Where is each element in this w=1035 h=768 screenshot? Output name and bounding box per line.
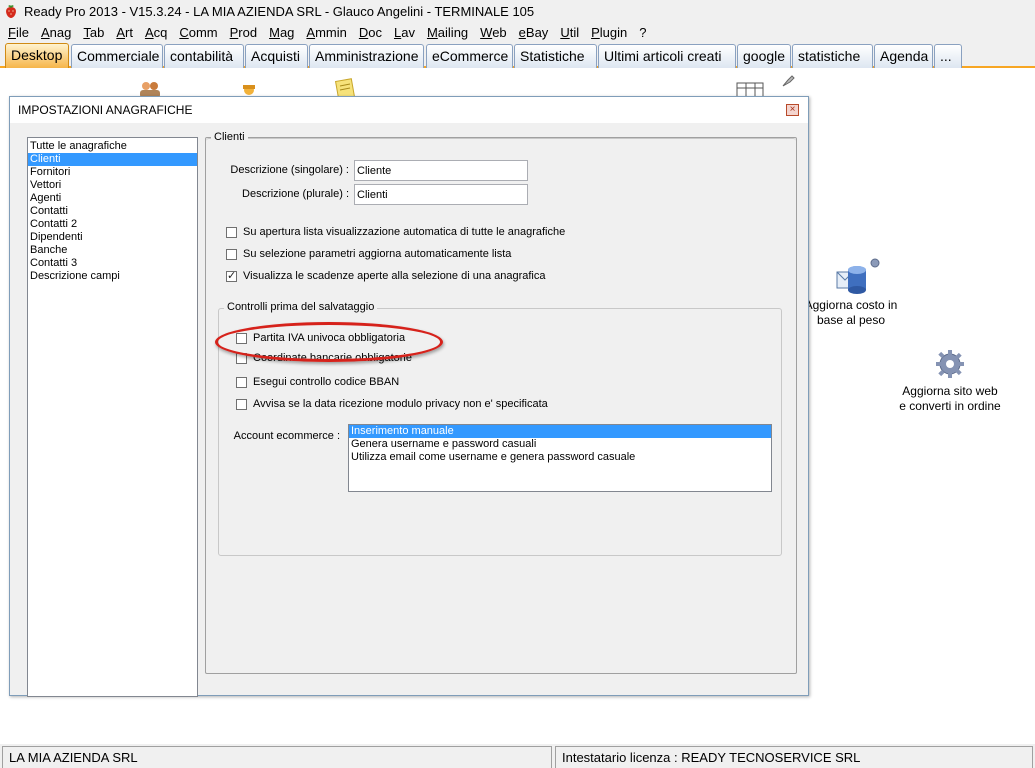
checkbox-label: Esegui controllo codice BBAN [253, 376, 400, 388]
list-item[interactable]: Tutte le anagrafiche [28, 140, 197, 153]
shortcut-aggiorna-costo-label: Aggiorna costo in base al peso [804, 298, 898, 327]
group-controlli-label: Controlli prima del salvataggio [224, 301, 378, 313]
list-item[interactable]: Vettori [28, 179, 197, 192]
account-ecommerce-list[interactable]: Inserimento manuale Genera username e pas… [348, 424, 772, 492]
menu-lav[interactable]: Lav [388, 25, 421, 40]
tab-more[interactable]: ... [934, 44, 962, 68]
checkbox-label: Su selezione parametri aggiorna automati… [243, 248, 512, 260]
list-item[interactable]: Clienti [28, 153, 197, 166]
gear-icon [936, 350, 964, 378]
strawberry-icon [6, 5, 16, 18]
desc-plurale-input[interactable] [354, 184, 528, 205]
status-license: Intestatario licenza : READY TECNOSERVIC… [555, 746, 1033, 768]
list-item[interactable]: Contatti 3 [28, 257, 197, 270]
menu-web[interactable]: Web [474, 25, 513, 40]
tab-agenda[interactable]: Agenda [874, 44, 933, 68]
tab-statistiche[interactable]: statistiche [792, 44, 873, 68]
desc-singolare-input[interactable] [354, 160, 528, 181]
group-clienti-label: Clienti [211, 131, 248, 143]
checkbox[interactable] [236, 398, 247, 410]
anagrafiche-list[interactable]: Tutte le anagrafiche Clienti Fornitori Vett… [27, 137, 198, 697]
menu-acq[interactable]: Acq [139, 25, 173, 40]
list-item[interactable]: Contatti 2 [28, 218, 197, 231]
menu-help[interactable]: ? [633, 25, 652, 40]
list-item[interactable]: Inserimento manuale [349, 425, 771, 438]
shortcut-aggiorna-sito[interactable]: Aggiorna sito web e converti in ordine [893, 348, 1007, 414]
list-item[interactable]: Agenti [28, 192, 197, 205]
dialog-title-bar[interactable]: IMPOSTAZIONI ANAGRAFICHE [10, 97, 808, 123]
window-title: Ready Pro 2013 - V15.3.24 - LA MIA AZIEN… [24, 3, 535, 19]
menu-mailing[interactable]: Mailing [421, 25, 474, 40]
title-bar: Ready Pro 2013 - V15.3.24 - LA MIA AZIEN… [0, 0, 1035, 22]
menu-art[interactable]: Art [110, 25, 139, 40]
list-item[interactable]: Banche [28, 244, 197, 257]
account-ecommerce-label: Account ecommerce : [233, 430, 340, 442]
menu-file[interactable]: File [2, 25, 35, 40]
menu-anag[interactable]: Anag [35, 25, 77, 40]
menu-plugin[interactable]: Plugin [585, 25, 633, 40]
desc-plurale-label: Descrizione (plurale) : [242, 188, 349, 200]
controllo-check-3[interactable]: Avvisa se la data ricezione modulo priva… [236, 398, 548, 410]
option-check-0[interactable]: Su apertura lista visualizzazione automa… [226, 226, 565, 238]
tab-acquisti[interactable]: Acquisti [245, 44, 308, 68]
list-item[interactable]: Fornitori [28, 166, 197, 179]
tab-statistiche[interactable]: Statistiche [514, 44, 597, 68]
tab-commerciale[interactable]: Commerciale [71, 44, 163, 68]
checkbox[interactable] [226, 248, 237, 260]
list-item[interactable]: Dipendenti [28, 231, 197, 244]
desc-singolare-label: Descrizione (singolare) : [230, 164, 349, 176]
tab-amministrazione[interactable]: Amministrazione [309, 44, 424, 68]
option-check-1[interactable]: Su selezione parametri aggiorna automati… [226, 248, 511, 260]
tab-ultimi-articoli-creati[interactable]: Ultimi articoli creati [598, 44, 736, 68]
checkbox-label: Visualizza le scadenze aperte alla selez… [243, 270, 546, 282]
checkbox[interactable] [226, 226, 237, 238]
menu-ammin[interactable]: Ammin [300, 25, 352, 40]
dialog-title: IMPOSTAZIONI ANAGRAFICHE [18, 103, 193, 117]
menu-prod[interactable]: Prod [224, 25, 263, 40]
status-bar: LA MIA AZIENDA SRL Intestatario licenza … [0, 744, 1035, 768]
list-item[interactable]: Utilizza email come username e genera pa… [349, 451, 771, 464]
shortcut-aggiorna-sito-label: Aggiorna sito web e converti in ordine [899, 384, 1001, 413]
option-check-2[interactable]: Visualizza le scadenze aperte alla selez… [226, 269, 546, 282]
checkbox[interactable] [236, 376, 247, 388]
controllo-check-2[interactable]: Esegui controllo codice BBAN [236, 376, 399, 388]
shortcut-aggiorna-costo[interactable]: Aggiorna costo in base al peso [802, 258, 900, 328]
list-item[interactable]: Descrizione campi [28, 270, 197, 283]
menu-tab[interactable]: Tab [77, 25, 110, 40]
menu-util[interactable]: Util [554, 25, 585, 40]
menu-ebay[interactable]: eBay [513, 25, 555, 40]
list-item[interactable]: Genera username e password casuali [349, 438, 771, 451]
highlight-annotation [215, 322, 443, 362]
checkbox-label: Su apertura lista visualizzazione automa… [243, 226, 566, 238]
pin-icon[interactable] [780, 74, 796, 88]
checkbox[interactable] [226, 269, 237, 282]
impostazioni-anagrafiche-dialog: IMPOSTAZIONI ANAGRAFICHE × Tutte le anag… [9, 96, 809, 697]
notes-icon[interactable] [334, 78, 358, 98]
status-company: LA MIA AZIENDA SRL [2, 746, 552, 768]
tab-ecommerce[interactable]: eCommerce [426, 44, 513, 68]
menu-bar: File Anag Tab Art Acq Comm Prod Mag Ammin Doc Lav M… [0, 22, 1035, 42]
close-icon[interactable]: × [786, 104, 799, 116]
tab-google[interactable]: google [737, 44, 791, 68]
menu-doc[interactable]: Doc [353, 25, 388, 40]
settings-panel: Clienti Descrizione (singolare) : Descri… [205, 131, 797, 674]
list-item[interactable]: Contatti [28, 205, 197, 218]
tab-contabilità[interactable]: contabilità [164, 44, 244, 68]
tab-bar: Desktop Commerciale contabilità Acquisti Amm… [0, 42, 1035, 68]
menu-comm[interactable]: Comm [173, 25, 223, 40]
database-mail-icon [836, 258, 880, 294]
menu-mag[interactable]: Mag [263, 25, 300, 40]
tab-desktop[interactable]: Desktop [5, 43, 69, 68]
checkbox-label: Avvisa se la data ricezione modulo priva… [253, 398, 548, 410]
